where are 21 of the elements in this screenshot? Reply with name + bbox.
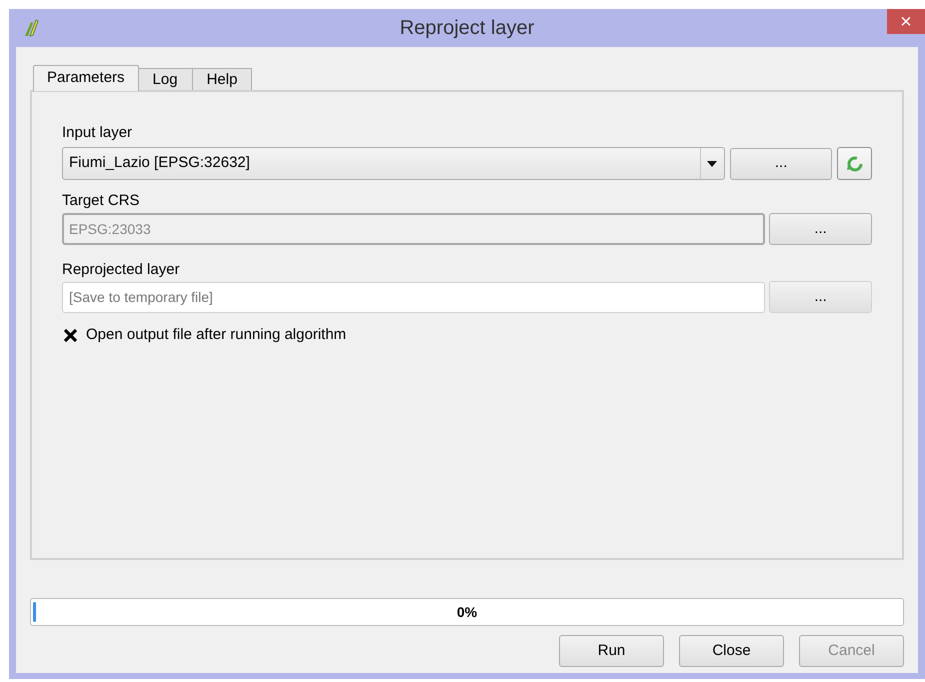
field-label: Reprojected layer xyxy=(62,260,181,279)
refresh-button[interactable] xyxy=(837,147,872,180)
checkbox[interactable] xyxy=(62,326,79,344)
checkbox-label: Open output file after running algorithm xyxy=(86,325,346,345)
dialog-button[interactable]: Close xyxy=(679,635,784,667)
app-logo-icon xyxy=(22,18,40,38)
field-label: Input layer xyxy=(62,123,134,142)
browse-button[interactable]: ... xyxy=(730,148,832,180)
layer-dropdown[interactable]: Fiumi_Lazio [EPSG:32632] xyxy=(62,147,725,180)
window-title: Reproject layer xyxy=(400,16,534,41)
refresh-icon xyxy=(846,154,864,172)
progress-reading: 0% xyxy=(456,602,478,622)
tab[interactable]: Parameters xyxy=(33,65,139,91)
dialog-button[interactable]: Run xyxy=(559,635,664,667)
tab[interactable]: Help xyxy=(192,68,252,90)
caret-icon xyxy=(707,160,718,166)
tab[interactable]: Log xyxy=(138,68,193,90)
output-field[interactable]: [Save to temporary file] xyxy=(62,282,766,312)
browse-button[interactable]: ... xyxy=(769,281,872,313)
close-icon[interactable]: × xyxy=(887,9,925,34)
field-label: Target CRS xyxy=(62,191,141,210)
